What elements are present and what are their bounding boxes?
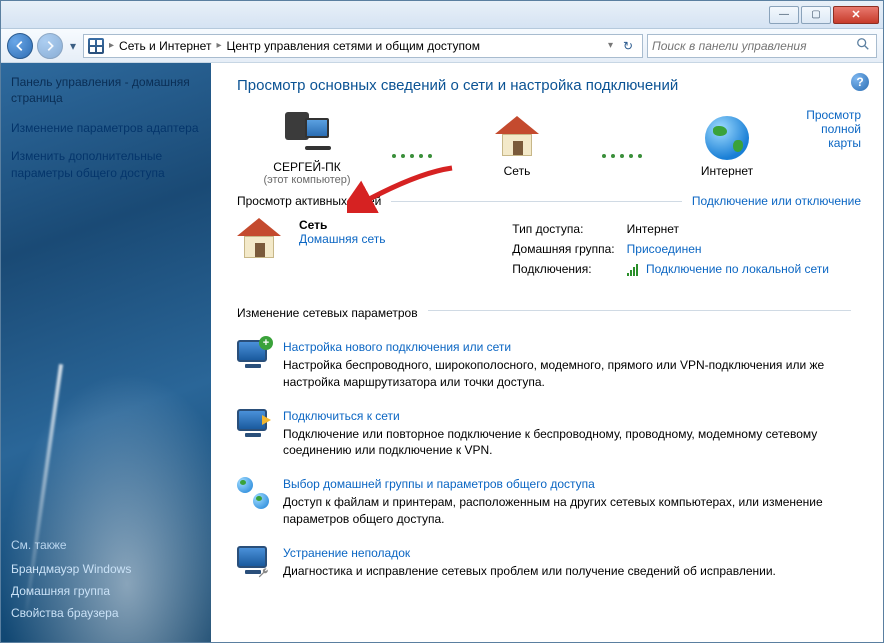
see-also-homegroup[interactable]: Домашняя группа [11,584,201,598]
see-also-browser[interactable]: Свойства браузера [11,606,201,620]
task-desc: Диагностика и исправление сетевых пробле… [283,564,776,578]
access-type-value: Интернет [627,220,839,238]
task-link[interactable]: Выбор домашней группы и параметров общег… [283,477,861,491]
connection-line-icon [587,154,657,158]
chevron-right-icon: ▸ [214,40,223,51]
control-panel-icon [88,38,104,54]
search-box[interactable] [647,34,877,58]
task-new-connection: + Настройка нового подключения или сети … [237,340,861,391]
refresh-button[interactable]: ↻ [618,39,638,53]
task-link[interactable]: Устранение неполадок [283,546,776,560]
network-label: Сеть [447,164,587,178]
breadcrumb-item[interactable]: Центр управления сетями и общим доступом [226,39,480,53]
task-connect-network: Подключиться к сети Подключение или повт… [237,409,861,460]
house-icon [237,218,285,266]
troubleshoot-icon [237,546,269,578]
breadcrumb-item[interactable]: Сеть и Интернет [119,39,211,53]
see-also-firewall[interactable]: Брандмауэр Windows [11,562,201,576]
breadcrumb-dropdown[interactable]: ▾ [606,40,615,51]
chevron-right-icon: ▸ [107,40,116,51]
task-link[interactable]: Подключиться к сети [283,409,861,423]
network-properties: Тип доступа: Интернет Домашняя группа: П… [510,218,841,280]
task-desc: Настройка беспроводного, широкополосного… [283,358,824,389]
divider [391,201,682,202]
homegroup-label: Домашняя группа: [512,240,624,258]
homegroup-link[interactable]: Присоединен [627,242,702,256]
search-input[interactable] [652,39,856,53]
map-node-internet: Интернет [657,116,797,178]
connect-disconnect-link[interactable]: Подключение или отключение [692,194,861,208]
new-connection-icon: + [237,340,269,372]
access-type-label: Тип доступа: [512,220,624,238]
window: — ▢ ✕ ▾ ▸ Сеть и Интернет ▸ Центр управл… [0,0,884,643]
nav-history-dropdown[interactable]: ▾ [67,33,79,59]
full-map-link[interactable]: Просмотр полной карты [797,108,861,150]
nav-forward-button[interactable] [37,33,63,59]
signal-icon [627,264,641,276]
pc-sub-label: (этот компьютер) [237,174,377,186]
search-icon[interactable] [856,37,872,54]
task-desc: Подключение или повторное подключение к … [283,427,817,458]
connection-line-icon [377,154,447,158]
task-homegroup: Выбор домашней группы и параметров общег… [237,477,861,528]
page-title: Просмотр основных сведений о сети и наст… [237,77,861,94]
nav-back-button[interactable] [7,33,33,59]
change-settings-heading: Изменение сетевых параметров [237,306,418,320]
map-node-pc: СЕРГЕЙ-ПК (этот компьютер) [237,108,377,186]
connections-label: Подключения: [512,260,624,278]
globe-icon [705,116,749,160]
active-network-name: Сеть [299,218,385,232]
sidebar-link-adapter-settings[interactable]: Изменение параметров адаптера [11,120,201,136]
minimize-button[interactable]: — [769,6,799,24]
help-icon[interactable]: ? [851,73,869,91]
breadcrumb[interactable]: ▸ Сеть и Интернет ▸ Центр управления сет… [83,34,643,58]
network-category-link[interactable]: Домашняя сеть [299,232,385,246]
task-troubleshoot: Устранение неполадок Диагностика и испра… [237,546,861,580]
task-desc: Доступ к файлам и принтерам, расположенн… [283,495,823,526]
sidebar-home-link[interactable]: Панель управления - домашняя страница [11,75,201,106]
homegroup-icon [237,477,269,509]
close-button[interactable]: ✕ [833,6,879,24]
titlebar: — ▢ ✕ [1,1,883,29]
maximize-button[interactable]: ▢ [801,6,831,24]
sidebar-link-sharing-settings[interactable]: Изменить дополнительные параметры общего… [11,148,201,180]
active-networks-heading: Просмотр активных сетей [237,194,381,208]
sidebar: Панель управления - домашняя страница Из… [1,63,211,642]
task-link[interactable]: Настройка нового подключения или сети [283,340,861,354]
pc-name-label: СЕРГЕЙ-ПК [237,160,377,174]
main-content: ? Просмотр основных сведений о сети и на… [211,63,883,642]
map-node-network: Сеть [447,116,587,178]
see-also-heading: См. также [11,538,201,552]
connection-link[interactable]: Подключение по локальной сети [646,262,829,276]
internet-label: Интернет [657,164,797,178]
divider [428,310,851,311]
house-icon [495,116,539,160]
connect-network-icon [237,409,269,441]
toolbar: ▾ ▸ Сеть и Интернет ▸ Центр управления с… [1,29,883,63]
computer-icon [283,108,331,156]
